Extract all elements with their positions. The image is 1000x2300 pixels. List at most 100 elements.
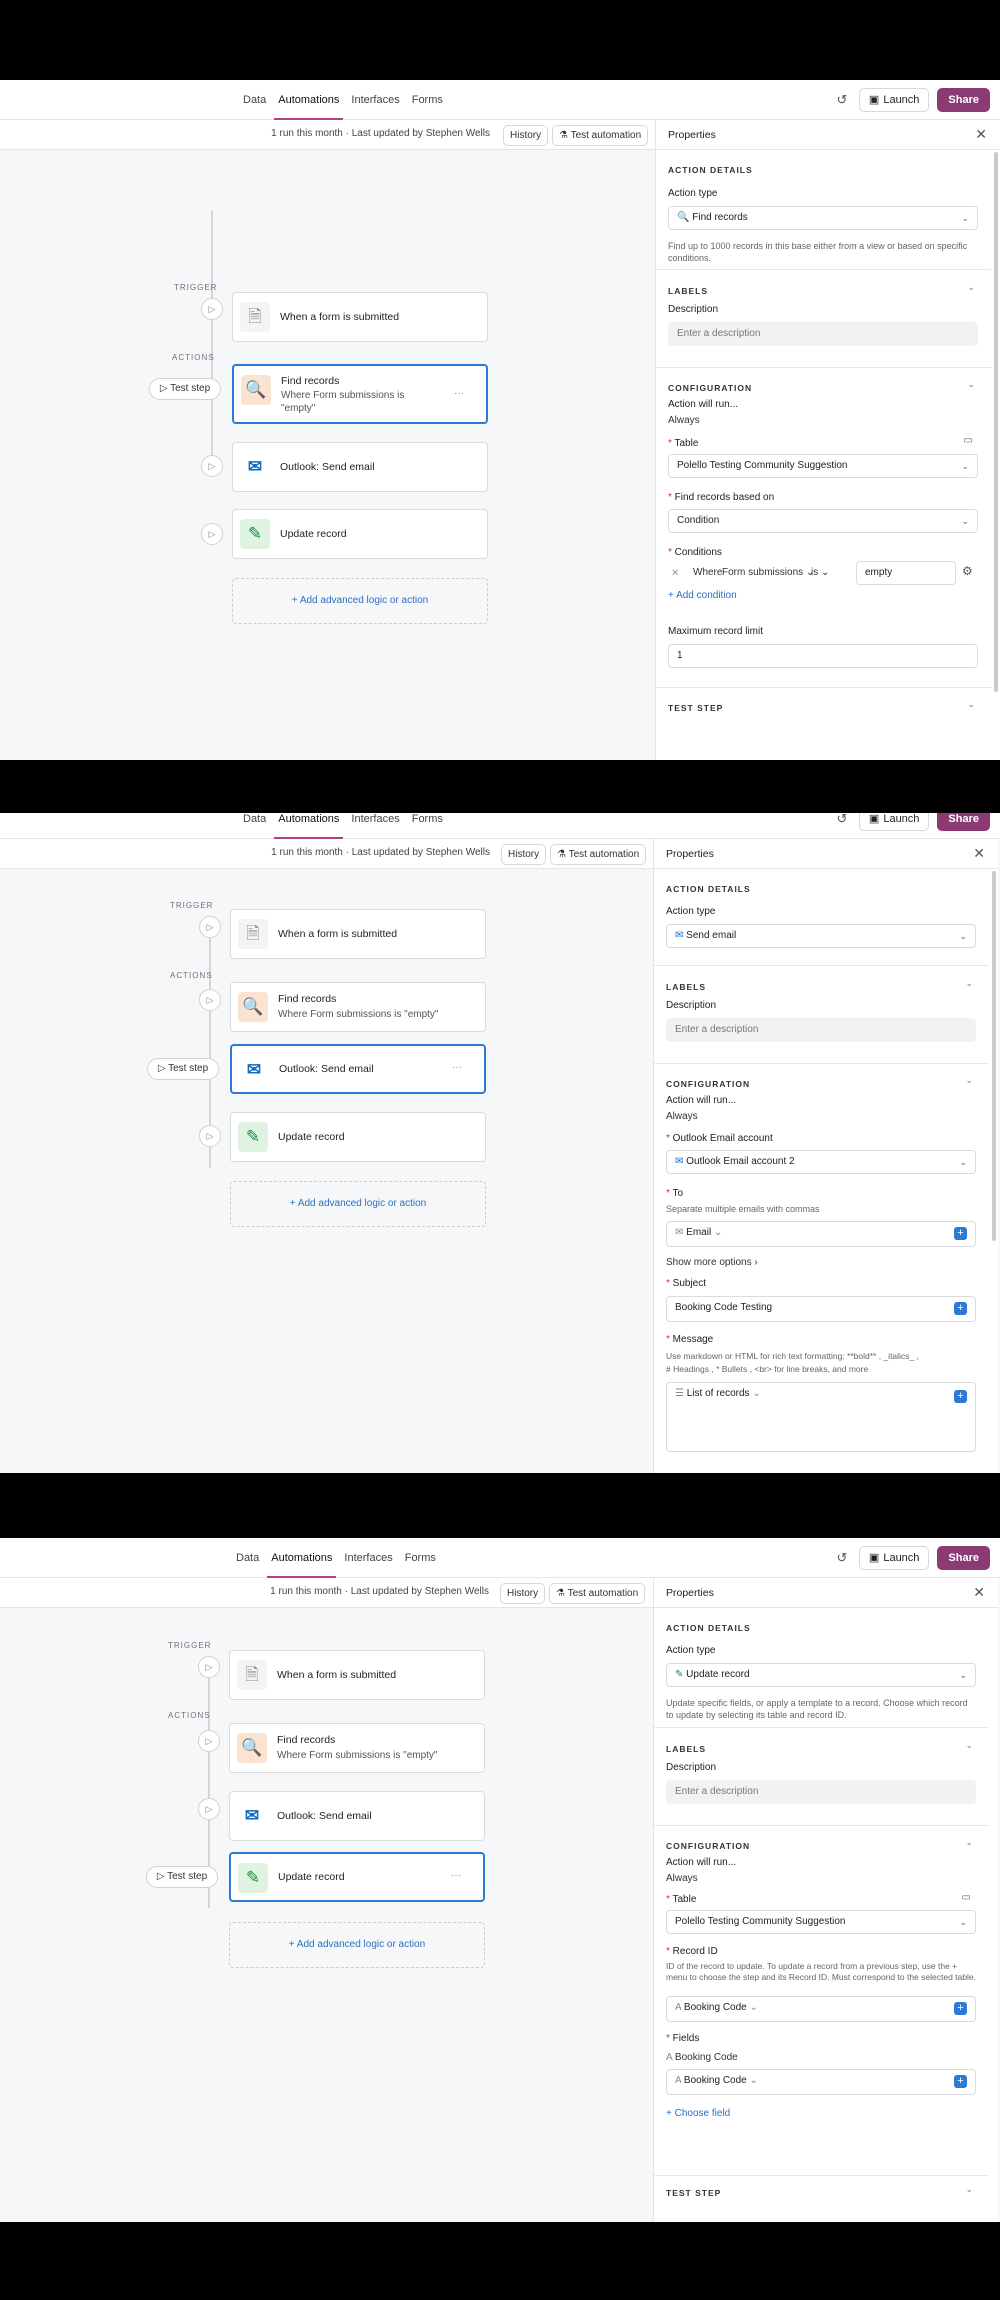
chevron-down-icon[interactable]: ⌄ <box>965 1740 973 1751</box>
record-id-input[interactable]: A Booking Code ⌄ <box>666 1996 976 2022</box>
max-limit-input[interactable]: 1 <box>668 644 978 668</box>
trigger-card[interactable]: 🗎 When a form is submitted <box>232 292 488 342</box>
close-icon[interactable]: ✕ <box>975 126 987 143</box>
condition-field[interactable]: Form submissions ⌄ <box>722 564 814 582</box>
run-step-icon[interactable]: ▷ <box>199 989 221 1011</box>
more-icon[interactable]: ··· <box>452 1062 462 1073</box>
tab-interfaces[interactable]: Interfaces <box>338 1538 398 1578</box>
tab-data[interactable]: Data <box>237 813 272 839</box>
tab-data[interactable]: Data <box>237 80 272 120</box>
tab-interfaces[interactable]: Interfaces <box>345 813 405 839</box>
run-trigger-icon[interactable]: ▷ <box>201 298 223 320</box>
outlook-card[interactable]: ✉ Outlook: Send email <box>232 442 488 492</box>
share-button[interactable]: Share <box>937 88 990 112</box>
add-condition-button[interactable]: + Add condition <box>668 590 737 601</box>
tab-interfaces[interactable]: Interfaces <box>345 80 405 120</box>
table-select[interactable]: Polello Testing Community Suggestion ⌄ <box>668 454 978 478</box>
description-input[interactable]: Enter a description <box>666 1780 976 1804</box>
action-type-select[interactable]: ✎ Update record ⌄ <box>666 1663 976 1687</box>
history-icon[interactable]: ↺ <box>833 91 851 109</box>
update-record-card[interactable]: ✎ Update record ··· <box>229 1852 485 1902</box>
insert-field-button[interactable]: + <box>954 1390 967 1403</box>
action-type-select[interactable]: 🔍 Find records ⌄ <box>668 206 978 230</box>
scrollbar[interactable] <box>992 871 996 1241</box>
choose-field-button[interactable]: + Choose field <box>666 2108 730 2119</box>
outlook-card[interactable]: ✉ Outlook: Send email ··· <box>230 1044 486 1094</box>
chevron-down-icon[interactable]: ⌄ <box>965 1837 973 1848</box>
history-button[interactable]: History <box>501 844 547 865</box>
close-icon[interactable]: ✕ <box>973 1584 985 1601</box>
add-logic-button[interactable]: + Add advanced logic or action <box>230 1181 486 1227</box>
chevron-down-icon[interactable]: ⌄ <box>967 699 975 710</box>
scrollbar[interactable] <box>994 152 998 692</box>
subject-input[interactable]: Booking Code Testing <box>666 1296 976 1322</box>
to-input[interactable]: ✉ Email ⌄ <box>666 1221 976 1247</box>
insert-field-button[interactable]: + <box>954 2002 967 2015</box>
run-step-icon[interactable]: ▷ <box>198 1730 220 1752</box>
field-value-input[interactable]: A Booking Code ⌄ <box>666 2069 976 2095</box>
close-icon[interactable]: ✕ <box>973 845 985 862</box>
launch-button[interactable]: ▣ Launch <box>858 813 930 831</box>
test-automation-button[interactable]: ⚗ Test automation <box>552 125 649 146</box>
find-records-card[interactable]: 🔍 Find records Where Form submissions is… <box>229 1723 485 1773</box>
history-button[interactable]: History <box>503 125 549 146</box>
find-records-card[interactable]: 🔍 Find records Where Form submissions is… <box>230 982 486 1032</box>
action-type-select[interactable]: ✉ Send email ⌄ <box>666 924 976 948</box>
run-trigger-icon[interactable]: ▷ <box>198 1656 220 1678</box>
condition-operator[interactable]: is ⌄ <box>811 564 829 582</box>
tab-forms[interactable]: Forms <box>406 813 449 839</box>
run-step-icon[interactable]: ▷ <box>201 523 223 545</box>
share-button[interactable]: Share <box>937 813 990 831</box>
run-trigger-icon[interactable]: ▷ <box>199 916 221 938</box>
gear-icon[interactable]: ⚙ <box>962 564 973 578</box>
chevron-down-icon[interactable]: ⌄ <box>967 379 975 390</box>
table-settings-icon[interactable]: ▭ <box>964 435 973 446</box>
table-select[interactable]: Polello Testing Community Suggestion ⌄ <box>666 1910 976 1934</box>
remove-condition-icon[interactable]: ✕ <box>671 568 679 579</box>
test-automation-button[interactable]: ⚗ Test automation <box>550 844 647 865</box>
update-record-card[interactable]: ✎ Update record <box>232 509 488 559</box>
chevron-down-icon[interactable]: ⌄ <box>965 1075 973 1086</box>
show-more-options[interactable]: Show more options › <box>666 1257 758 1268</box>
test-step-button[interactable]: ▷ Test step <box>149 378 221 400</box>
tab-automations[interactable]: Automations <box>272 813 345 839</box>
trigger-card[interactable]: 🗎 When a form is submitted <box>229 1650 485 1700</box>
table-settings-icon[interactable]: ▭ <box>962 1892 971 1903</box>
add-logic-button[interactable]: + Add advanced logic or action <box>232 578 488 624</box>
tab-forms[interactable]: Forms <box>399 1538 442 1578</box>
add-logic-button[interactable]: + Add advanced logic or action <box>229 1922 485 1968</box>
chevron-down-icon[interactable]: ⌄ <box>965 2184 973 2195</box>
tab-data[interactable]: Data <box>230 1538 265 1578</box>
insert-field-button[interactable]: + <box>954 2075 967 2088</box>
trigger-card[interactable]: 🗎 When a form is submitted <box>230 909 486 959</box>
more-icon[interactable]: ··· <box>451 1870 461 1881</box>
test-automation-button[interactable]: ⚗ Test automation <box>549 1583 646 1604</box>
test-step-button[interactable]: ▷ Test step <box>147 1058 219 1080</box>
description-input[interactable]: Enter a description <box>668 322 978 346</box>
more-icon[interactable]: ··· <box>454 388 464 399</box>
launch-button[interactable]: ▣ Launch <box>858 1546 930 1570</box>
find-based-select[interactable]: Condition ⌄ <box>668 509 978 533</box>
history-icon[interactable]: ↺ <box>833 1549 851 1567</box>
run-step-icon[interactable]: ▷ <box>201 455 223 477</box>
insert-field-button[interactable]: + <box>954 1302 967 1315</box>
history-button[interactable]: History <box>500 1583 546 1604</box>
launch-button[interactable]: ▣ Launch <box>858 88 930 112</box>
condition-value-input[interactable]: empty <box>856 561 956 585</box>
update-record-card[interactable]: ✎ Update record <box>230 1112 486 1162</box>
tab-forms[interactable]: Forms <box>406 80 449 120</box>
message-input[interactable]: ☰ List of records ⌄ <box>666 1382 976 1452</box>
chevron-down-icon[interactable]: ⌄ <box>965 978 973 989</box>
account-select[interactable]: ✉ Outlook Email account 2 ⌄ <box>666 1150 976 1174</box>
history-icon[interactable]: ↺ <box>833 813 851 828</box>
tab-automations[interactable]: Automations <box>272 80 345 120</box>
outlook-card[interactable]: ✉ Outlook: Send email <box>229 1791 485 1841</box>
run-step-icon[interactable]: ▷ <box>198 1798 220 1820</box>
tab-automations[interactable]: Automations <box>265 1538 338 1578</box>
find-records-card[interactable]: 🔍 Find records Where Form submissions is… <box>232 364 488 424</box>
test-step-button[interactable]: ▷ Test step <box>146 1866 218 1888</box>
insert-field-button[interactable]: + <box>954 1227 967 1240</box>
description-input[interactable]: Enter a description <box>666 1018 976 1042</box>
run-step-icon[interactable]: ▷ <box>199 1125 221 1147</box>
share-button[interactable]: Share <box>937 1546 990 1570</box>
